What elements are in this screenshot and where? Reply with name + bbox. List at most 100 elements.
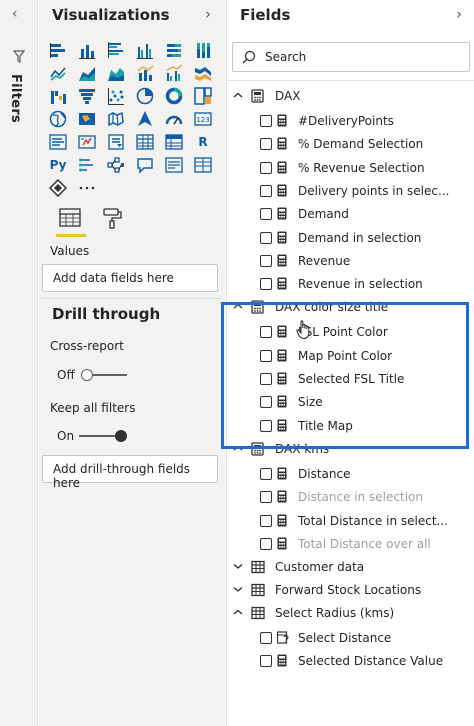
field-checkbox[interactable] xyxy=(260,537,272,550)
field-item[interactable]: % Revenue Selection xyxy=(227,158,474,180)
filters-pane-collapsed[interactable]: ‹ Filters xyxy=(0,0,38,726)
field-item[interactable]: Total Distance over all xyxy=(227,534,474,556)
arcgis-map-icon[interactable] xyxy=(134,109,156,129)
card-icon[interactable]: 123 xyxy=(192,109,214,129)
pie-chart-icon[interactable] xyxy=(134,86,156,106)
chevron-right-icon[interactable]: › xyxy=(456,5,462,23)
python-visual-icon[interactable]: Py xyxy=(47,155,69,175)
field-item[interactable]: #DeliveryPoints xyxy=(227,111,474,133)
r-visual-icon[interactable]: R xyxy=(192,132,214,152)
field-item[interactable]: Selected FSL Title xyxy=(227,369,474,391)
field-item[interactable]: Revenue in selection xyxy=(227,274,474,296)
table-header[interactable]: DAX xyxy=(227,86,474,108)
field-checkbox[interactable] xyxy=(260,467,272,480)
paint-roller-icon[interactable] xyxy=(99,206,125,232)
paginated-report-icon[interactable] xyxy=(192,155,214,175)
table-header[interactable]: Customer data xyxy=(227,557,474,579)
drill-through-drop-zone[interactable]: Add drill-through fields here xyxy=(42,455,218,490)
more-options-icon[interactable]: ··· xyxy=(456,297,470,311)
100-stacked-column-chart-icon[interactable] xyxy=(192,40,214,60)
kpi-icon[interactable] xyxy=(76,132,98,152)
area-chart-icon[interactable] xyxy=(76,63,98,83)
fields-well-icon[interactable] xyxy=(57,206,83,232)
multi-row-card-icon[interactable] xyxy=(47,132,69,152)
field-checkbox[interactable] xyxy=(260,514,272,527)
field-item[interactable]: Select Distance xyxy=(227,628,474,650)
100-stacked-bar-chart-icon[interactable] xyxy=(163,40,185,60)
toggle-knob[interactable] xyxy=(115,430,127,442)
cross-report-toggle[interactable]: Off xyxy=(57,367,127,383)
field-item[interactable]: Revenue xyxy=(227,251,474,273)
line-chart-icon[interactable] xyxy=(47,63,69,83)
field-checkbox[interactable] xyxy=(260,115,272,127)
chevron-up-icon[interactable] xyxy=(232,442,244,454)
search-box[interactable] xyxy=(232,42,470,72)
field-checkbox[interactable] xyxy=(260,396,272,409)
table-header[interactable]: Select Radius (kms) xyxy=(227,603,474,625)
waterfall-chart-icon[interactable] xyxy=(47,86,69,106)
search-input[interactable] xyxy=(265,48,455,66)
chevron-up-icon[interactable] xyxy=(232,606,244,618)
chevron-up-icon[interactable] xyxy=(232,89,244,101)
chevron-down-icon[interactable] xyxy=(232,560,244,572)
field-checkbox[interactable] xyxy=(260,184,272,197)
line-and-clustered-column-chart-icon[interactable] xyxy=(163,63,185,83)
field-checkbox[interactable] xyxy=(260,254,272,267)
table-header[interactable]: Forward Stock Locations xyxy=(227,580,474,602)
shape-map-icon[interactable] xyxy=(105,109,127,129)
donut-chart-icon[interactable] xyxy=(163,86,185,106)
qa-icon[interactable] xyxy=(134,155,156,175)
field-checkbox[interactable] xyxy=(260,161,272,174)
chevron-down-icon[interactable] xyxy=(232,583,244,595)
field-checkbox[interactable] xyxy=(260,655,272,668)
decomposition-tree-icon[interactable] xyxy=(105,155,127,175)
clustered-column-chart-icon[interactable] xyxy=(134,40,156,60)
field-item[interactable]: Selected Distance Value xyxy=(227,651,474,673)
table-icon[interactable] xyxy=(134,132,156,152)
filled-map-icon[interactable] xyxy=(76,109,98,129)
field-item[interactable]: Title Map xyxy=(227,416,474,438)
scatter-chart-icon[interactable] xyxy=(105,86,127,106)
gauge-icon[interactable] xyxy=(163,109,185,129)
field-item[interactable]: Delivery points in selec... xyxy=(227,181,474,203)
chevron-right-icon[interactable]: › xyxy=(205,5,211,23)
field-checkbox[interactable] xyxy=(260,491,272,504)
toggle-knob[interactable] xyxy=(81,369,93,381)
clustered-bar-chart-icon[interactable] xyxy=(105,40,127,60)
chevron-up-icon[interactable] xyxy=(232,300,244,312)
map-icon[interactable] xyxy=(47,109,69,129)
field-checkbox[interactable] xyxy=(260,349,272,362)
field-checkbox[interactable] xyxy=(260,632,272,645)
field-item[interactable]: Demand in selection xyxy=(227,228,474,250)
field-checkbox[interactable] xyxy=(260,373,272,385)
filters-label[interactable]: Filters xyxy=(8,74,23,123)
field-checkbox[interactable] xyxy=(260,419,272,432)
values-drop-zone[interactable]: Add data fields here xyxy=(42,264,218,292)
table-header[interactable]: DAX color size title ··· xyxy=(227,297,474,319)
more-visuals-icon[interactable] xyxy=(76,178,98,198)
field-item[interactable]: Size xyxy=(227,392,474,414)
stacked-bar-chart-icon[interactable] xyxy=(47,40,69,60)
funnel-chart-icon[interactable] xyxy=(76,86,98,106)
field-item[interactable]: FSL Point Color xyxy=(227,322,474,344)
field-item[interactable]: Distance in selection xyxy=(227,487,474,509)
chevron-left-icon[interactable]: ‹ xyxy=(12,6,18,22)
field-checkbox[interactable] xyxy=(260,326,272,339)
stacked-area-chart-icon[interactable] xyxy=(105,63,127,83)
slicer-icon[interactable] xyxy=(105,132,127,152)
field-item[interactable]: Map Point Color xyxy=(227,346,474,368)
key-influencers-icon[interactable] xyxy=(76,155,98,175)
matrix-icon[interactable] xyxy=(163,132,185,152)
field-item[interactable]: Demand xyxy=(227,204,474,226)
line-and-column-chart-icon[interactable] xyxy=(134,63,156,83)
field-item[interactable]: % Demand Selection xyxy=(227,134,474,156)
field-checkbox[interactable] xyxy=(260,231,272,244)
stacked-column-chart-icon[interactable] xyxy=(76,40,98,60)
field-checkbox[interactable] xyxy=(260,278,272,291)
field-item[interactable]: Distance xyxy=(227,464,474,486)
table-header[interactable]: DAX kms xyxy=(227,439,474,461)
power-apps-icon[interactable] xyxy=(47,178,69,198)
field-item[interactable]: Total Distance in select... xyxy=(227,511,474,533)
ribbon-chart-icon[interactable] xyxy=(192,63,214,83)
field-checkbox[interactable] xyxy=(260,208,272,221)
